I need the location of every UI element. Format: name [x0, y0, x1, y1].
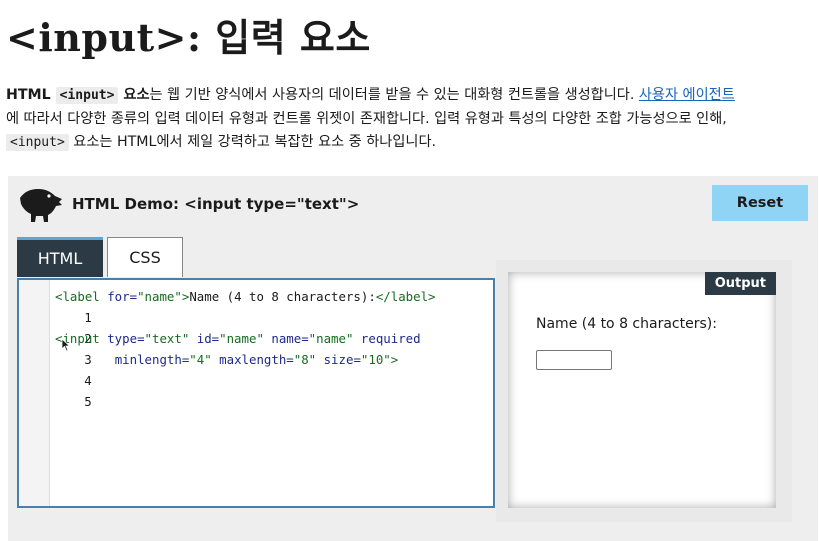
reset-button[interactable]: Reset — [712, 185, 808, 221]
code-line: 1 <label for="name">Name (4 to 8 charact… — [19, 286, 489, 325]
intro-text-2: 에 따라서 다양한 종류의 입력 데이터 유형과 컨트롤 위젯이 존재합니다. … — [6, 110, 727, 127]
demo-title: HTML Demo: <input type="text"> — [72, 195, 360, 213]
user-agent-link[interactable]: 사용자 에이전트 — [639, 87, 735, 103]
code-text: <label for="name">Name (4 to 8 character… — [55, 289, 436, 304]
intro-paragraph: HTML <input> 요소는 웹 기반 양식에서 사용자의 데이터를 받을 … — [6, 84, 746, 155]
mouse-cursor-icon — [61, 338, 71, 352]
code-editor[interactable]: 1 <label for="name">Name (4 to 8 charact… — [17, 278, 495, 508]
intro-element-word: 요소 — [118, 87, 150, 103]
interactive-demo: HTML Demo: <input type="text"> Reset HTM… — [8, 176, 818, 541]
code-line: 4 minlength="4" maxlength="8" size="10"> — [19, 349, 489, 388]
intro-html-word: HTML — [6, 87, 56, 103]
output-badge: Output — [704, 272, 776, 295]
intro-input-code: <input> — [55, 87, 119, 104]
line-number: 5 — [84, 394, 92, 409]
intro-input-code-2: <input> — [6, 134, 69, 151]
code-line: 5 — [19, 370, 489, 409]
code-line: 2 — [19, 307, 489, 346]
output-panel: Output Name (4 to 8 characters): — [508, 272, 776, 508]
demo-header: HTML Demo: <input type="text"> — [18, 184, 359, 224]
output-frame: Output Name (4 to 8 characters): — [496, 260, 792, 522]
name-input[interactable] — [536, 350, 612, 370]
tab-css[interactable]: CSS — [107, 237, 183, 277]
intro-text-1: 는 웹 기반 양식에서 사용자의 데이터를 받을 수 있는 대화형 컨트롤을 생… — [149, 87, 639, 103]
code-text: <input type="text" id="name" name="name"… — [55, 331, 421, 346]
page-title: <input>: 입력 요소 — [6, 15, 371, 60]
intro-text-3: 요소는 HTML에서 제일 강력하고 복잡한 요소 중 하나입니다. — [68, 134, 437, 150]
code-text: minlength="4" maxlength="8" size="10"> — [114, 352, 399, 367]
dinosaur-logo-icon — [20, 189, 62, 222]
tab-html[interactable]: HTML — [17, 237, 103, 277]
code-line: 3 <input type="text" id="name" name="nam… — [19, 328, 489, 367]
name-label: Name (4 to 8 characters): — [536, 316, 717, 332]
